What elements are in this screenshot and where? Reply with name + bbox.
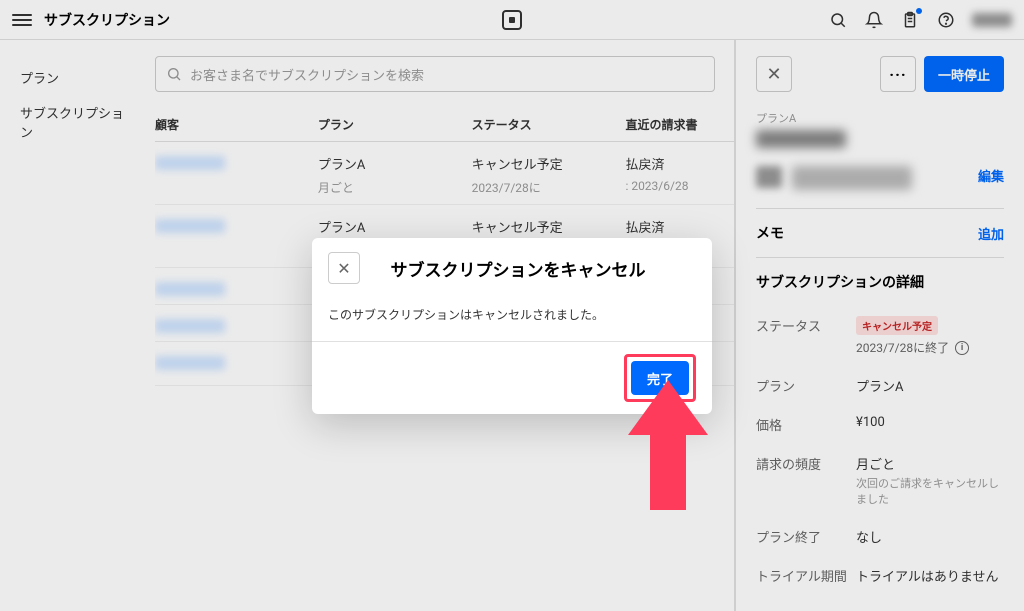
modal-title: サブスクリプションをキャンセル: [372, 256, 696, 281]
done-button-highlight: 完了: [624, 354, 696, 402]
done-button[interactable]: 完了: [631, 361, 689, 395]
cancel-subscription-modal: ✕ サブスクリプションをキャンセル このサブスクリプションはキャンセルされました…: [312, 238, 712, 414]
modal-overlay[interactable]: ✕ サブスクリプションをキャンセル このサブスクリプションはキャンセルされました…: [0, 0, 1024, 611]
modal-body: このサブスクリプションはキャンセルされました。: [312, 298, 712, 341]
modal-close-button[interactable]: ✕: [328, 252, 360, 284]
modal-header: ✕ サブスクリプションをキャンセル: [312, 238, 712, 298]
modal-footer: 完了: [312, 341, 712, 414]
